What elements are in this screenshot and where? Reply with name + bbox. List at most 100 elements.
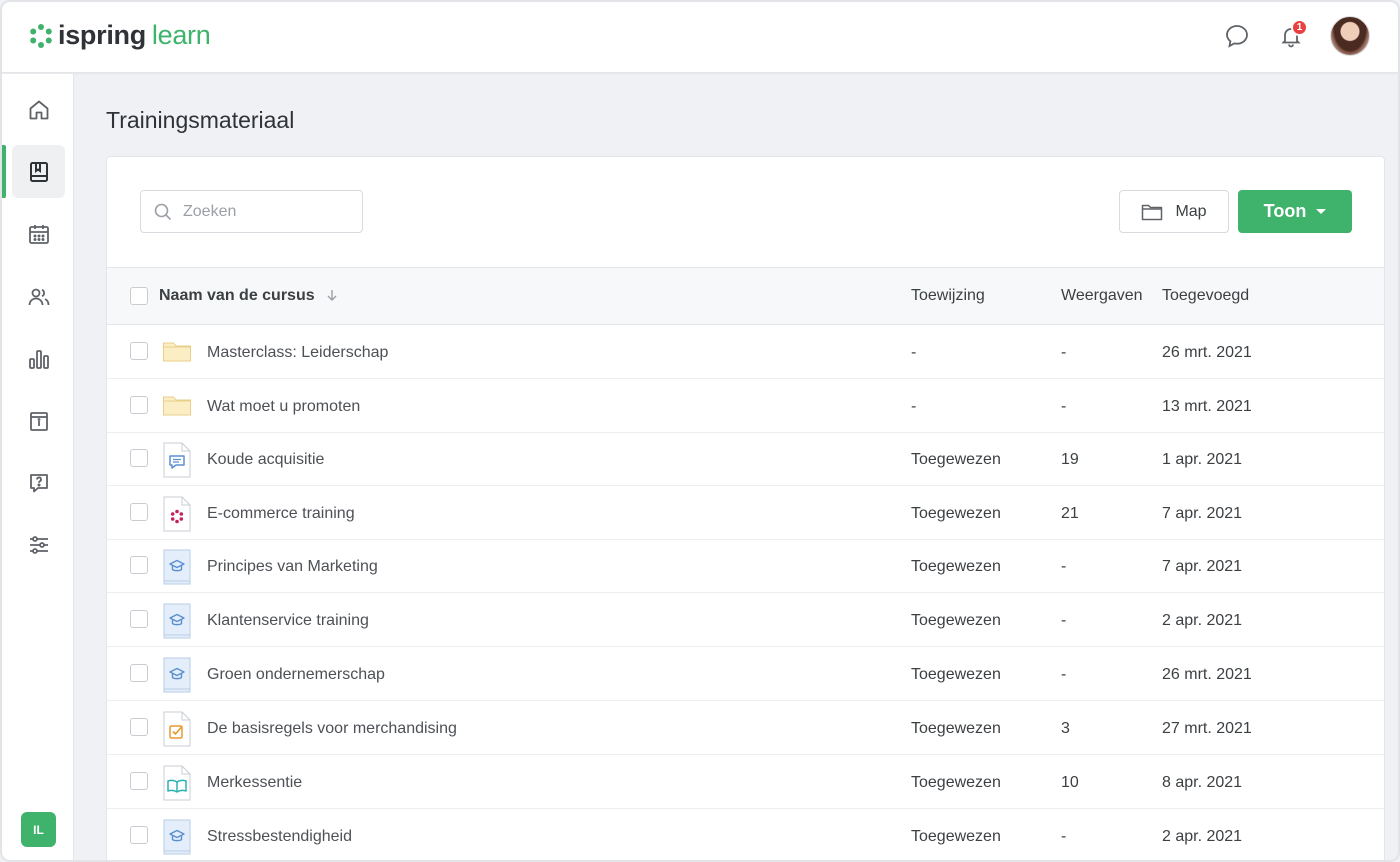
caret-down-icon bbox=[1316, 209, 1327, 214]
map-button-label: Map bbox=[1175, 202, 1207, 220]
table-row[interactable]: De basisregels voor merchandising Toegewe… bbox=[107, 701, 1384, 755]
folder-icon bbox=[162, 389, 192, 425]
table-row[interactable]: Klantenservice training Toegewezen - 2 apr.… bbox=[107, 593, 1384, 647]
column-header-views[interactable]: Weergaven bbox=[1061, 287, 1143, 305]
row-checkbox[interactable] bbox=[130, 342, 148, 360]
table-row[interactable]: Merkessentie Toegewezen 10 8 apr. 2021 bbox=[107, 755, 1384, 809]
sidebar-item-users[interactable] bbox=[12, 270, 65, 323]
course-name[interactable]: Masterclass: Leiderschap bbox=[207, 344, 388, 362]
book-doc-icon bbox=[162, 765, 192, 801]
ispring-flower-icon bbox=[30, 23, 52, 48]
date-added: 2 apr. 2021 bbox=[1162, 612, 1243, 629]
table-row[interactable]: Stressbestendigheid Toegewezen - 2 apr. 202… bbox=[107, 809, 1384, 860]
date-added: 13 mrt. 2021 bbox=[1162, 398, 1252, 415]
logo-text: ispring learn bbox=[58, 20, 211, 51]
course-doc-icon bbox=[162, 603, 192, 639]
table-row[interactable]: Groen ondernemerschap Toegewezen - 26 mrt. … bbox=[107, 647, 1384, 701]
course-name[interactable]: Groen ondernemerschap bbox=[207, 666, 385, 684]
table-header: Naam van de cursus Toewijzing Weergaven … bbox=[107, 267, 1384, 325]
toon-button-label: Toon bbox=[1263, 201, 1307, 221]
row-checkbox[interactable] bbox=[130, 664, 148, 682]
info-archive-icon bbox=[29, 411, 48, 431]
views-count: 19 bbox=[1061, 451, 1079, 468]
sidebar-item-settings[interactable] bbox=[12, 518, 65, 571]
column-header-added[interactable]: Toegevoegd bbox=[1162, 287, 1249, 305]
course-name[interactable]: De basisregels voor merchandising bbox=[207, 720, 457, 738]
course-name[interactable]: Stressbestendigheid bbox=[207, 828, 352, 846]
course-doc-icon bbox=[162, 549, 192, 585]
select-all-checkbox[interactable] bbox=[130, 287, 148, 305]
views-count: - bbox=[1061, 344, 1067, 361]
sidebar-item-home[interactable] bbox=[12, 83, 65, 136]
row-checkbox[interactable] bbox=[130, 503, 148, 521]
sidebar-item-reports[interactable] bbox=[12, 332, 65, 385]
notifications-bell-icon[interactable]: 1 bbox=[1276, 19, 1308, 51]
row-checkbox[interactable] bbox=[130, 718, 148, 736]
table-row[interactable]: Principes van Marketing Toegewezen - 7 apr.… bbox=[107, 539, 1384, 593]
content-card: Map Toon Naam van de cursus Toewijzing W… bbox=[106, 156, 1385, 860]
logo-word-ispring: ispring bbox=[58, 20, 146, 50]
table-row[interactable]: Koude acquisitie Toegewezen 19 1 apr. 2021 bbox=[107, 432, 1384, 486]
row-checkbox[interactable] bbox=[130, 556, 148, 574]
users-icon bbox=[28, 288, 49, 305]
course-name[interactable]: Merkessentie bbox=[207, 774, 302, 792]
course-name[interactable]: Wat moet u promoten bbox=[207, 398, 360, 416]
row-checkbox[interactable] bbox=[130, 826, 148, 844]
map-button[interactable]: Map bbox=[1119, 190, 1229, 233]
help-icon bbox=[29, 473, 48, 492]
course-name[interactable]: Klantenservice training bbox=[207, 612, 369, 630]
sidebar-item-info[interactable] bbox=[12, 394, 65, 447]
column-header-name-label: Naam van de cursus bbox=[159, 287, 315, 304]
assignment-status: Toegewezen bbox=[911, 828, 1001, 845]
notification-badge: 1 bbox=[1291, 19, 1308, 36]
row-checkbox[interactable] bbox=[130, 772, 148, 790]
assignment-status: Toegewezen bbox=[911, 612, 1001, 629]
assignment-status: Toegewezen bbox=[911, 666, 1001, 683]
course-name[interactable]: Principes van Marketing bbox=[207, 558, 378, 576]
column-header-assignment[interactable]: Toewijzing bbox=[911, 287, 985, 305]
table-row[interactable]: Wat moet u promoten - - 13 mrt. 2021 bbox=[107, 379, 1384, 433]
table-row[interactable]: E-commerce training Toegewezen 21 7 apr. 20… bbox=[107, 486, 1384, 540]
assignment-status: Toegewezen bbox=[911, 451, 1001, 468]
date-added: 7 apr. 2021 bbox=[1162, 505, 1243, 522]
views-count: - bbox=[1061, 398, 1067, 415]
search-input[interactable] bbox=[183, 202, 343, 221]
sidebar: IL bbox=[2, 74, 74, 860]
ispring-learn-logo[interactable]: ispring learn bbox=[28, 20, 211, 51]
home-icon bbox=[29, 100, 48, 119]
date-added: 26 mrt. 2021 bbox=[1162, 344, 1252, 361]
toon-dropdown-button[interactable]: Toon bbox=[1238, 190, 1352, 233]
assignment-status: Toegewezen bbox=[911, 774, 1001, 791]
course-doc-icon bbox=[162, 819, 192, 855]
row-checkbox[interactable] bbox=[130, 449, 148, 467]
chat-doc-icon bbox=[162, 442, 192, 478]
search-box[interactable] bbox=[140, 190, 363, 233]
page-title: Trainingsmateriaal bbox=[106, 107, 295, 133]
sidebar-item-calendar[interactable] bbox=[12, 207, 65, 260]
assignment-status: Toegewezen bbox=[911, 558, 1001, 575]
user-initials-avatar[interactable]: IL bbox=[21, 812, 56, 847]
folder-outline-icon bbox=[1142, 204, 1163, 220]
assignment-status: - bbox=[911, 344, 917, 361]
views-count: 3 bbox=[1061, 720, 1070, 737]
sidebar-item-training-material[interactable] bbox=[12, 145, 65, 198]
views-count: - bbox=[1061, 828, 1067, 845]
app-window: ispring learn 1 IL Trainingsmateriaal Zo… bbox=[0, 0, 1400, 862]
date-added: 2 apr. 2021 bbox=[1162, 828, 1243, 845]
course-name[interactable]: E-commerce training bbox=[207, 505, 355, 523]
date-added: 27 mrt. 2021 bbox=[1162, 720, 1252, 737]
course-name[interactable]: Koude acquisitie bbox=[207, 451, 324, 469]
table-row[interactable]: Masterclass: Leiderschap - - 26 mrt. 2021 bbox=[107, 325, 1384, 379]
views-count: - bbox=[1061, 612, 1067, 629]
settings-sliders-icon bbox=[29, 535, 48, 554]
sidebar-item-help[interactable] bbox=[12, 456, 65, 509]
ispring-doc-icon bbox=[162, 496, 192, 532]
column-header-name[interactable]: Naam van de cursus bbox=[159, 287, 339, 305]
logo-word-learn: learn bbox=[151, 20, 211, 50]
views-count: 21 bbox=[1061, 505, 1079, 522]
row-checkbox[interactable] bbox=[130, 396, 148, 414]
date-added: 7 apr. 2021 bbox=[1162, 558, 1243, 575]
chat-icon[interactable] bbox=[1222, 21, 1252, 51]
user-avatar[interactable] bbox=[1330, 16, 1370, 56]
row-checkbox[interactable] bbox=[130, 610, 148, 628]
